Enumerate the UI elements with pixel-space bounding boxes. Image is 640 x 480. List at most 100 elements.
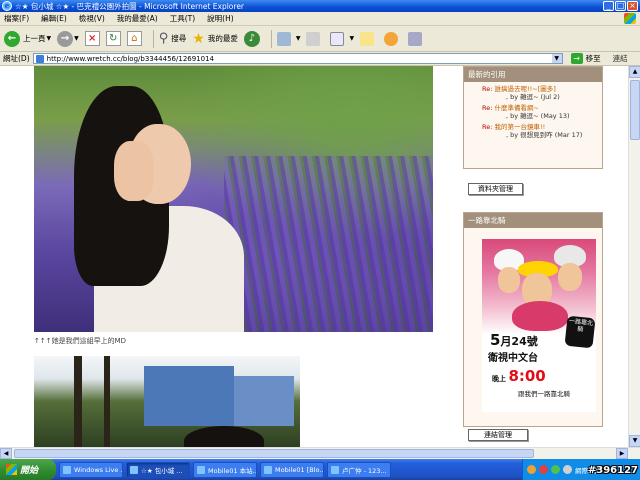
scroll-down-icon[interactable]: ▼ — [629, 435, 640, 447]
address-input[interactable]: http://www.wretch.cc/blog/b3344456/12691… — [32, 53, 563, 64]
taskbar-item[interactable]: Windows Live ... — [59, 461, 123, 478]
watermark-text: #396127 — [587, 465, 638, 476]
horizontal-scrollbar[interactable]: ◀ ▶ — [0, 447, 640, 459]
messenger-button[interactable] — [384, 31, 402, 46]
page-content: ↑↑↑她是我們這組早上的MD 最新的引用 Re: 誰搞過去呢!!~[圖多] , … — [0, 66, 628, 447]
taskbar-item[interactable]: 卢广仲 - 123... — [327, 461, 391, 478]
stop-button[interactable]: × — [84, 31, 100, 46]
edit-button[interactable]: ▼ — [330, 31, 354, 46]
mail-dropdown-icon[interactable]: ▼ — [296, 35, 301, 42]
recent-re: Re: — [482, 104, 493, 112]
ie-icon: e — [2, 1, 12, 11]
poster-face — [498, 267, 520, 293]
taskbar: 開始 Windows Live ... ☆★ 包小城 ... Mobile01 … — [0, 459, 640, 480]
links-button[interactable]: 連結 — [613, 53, 628, 64]
ie-icon — [331, 465, 339, 474]
print-icon — [306, 31, 321, 46]
menu-help[interactable]: 說明(H) — [207, 13, 234, 24]
address-dropdown-icon[interactable]: ▼ — [551, 54, 562, 63]
tv-promo-poster[interactable]: 一路靠北騎 5月24號 衛視中文台 晚上 8:00 跟我們一路靠北騎 — [482, 239, 596, 412]
back-button[interactable]: ← 上一頁 ▼ — [4, 30, 52, 47]
poster-face — [558, 263, 582, 291]
search-label: 搜尋 — [171, 34, 187, 43]
scroll-right-icon[interactable]: ▶ — [616, 448, 628, 459]
favorites-button[interactable]: ★ 我的最愛 — [192, 31, 238, 47]
discuss-button[interactable] — [360, 31, 378, 46]
recent-link[interactable]: 什麼準備看網~ — [495, 104, 539, 112]
edit-dropdown-icon[interactable]: ▼ — [349, 35, 354, 42]
search-button[interactable]: ⚲ 搜尋 — [159, 31, 187, 46]
link-manage-button[interactable]: 連結管理 — [468, 429, 528, 441]
favorites-label: 我的最愛 — [207, 34, 238, 43]
tv-promo-title: 一路靠北騎 — [464, 213, 602, 228]
refresh-button[interactable]: ↻ — [105, 31, 121, 46]
refresh-icon: ↻ — [105, 31, 121, 46]
scroll-left-icon[interactable]: ◀ — [0, 448, 12, 459]
menu-file[interactable]: 檔案(F) — [4, 13, 29, 24]
print-button[interactable] — [306, 31, 324, 46]
title-bar[interactable]: e ☆★ 包小城 ☆★ - 巴克禮公園外拍圖 - Microsoft Inter… — [0, 0, 640, 12]
media-button[interactable]: ♪ — [243, 30, 260, 47]
research-icon — [408, 31, 423, 46]
taskbar-item[interactable]: Mobile01 本站... — [193, 461, 257, 478]
poster-channel: 衛視中文台 — [488, 353, 538, 364]
tray-icon[interactable] — [551, 465, 560, 474]
maximize-button[interactable]: □ — [615, 1, 626, 11]
page-icon — [35, 54, 44, 63]
start-label: 開始 — [20, 466, 39, 476]
photo-building — [144, 366, 234, 426]
poster-date: 5月24號 — [490, 331, 538, 349]
photo-hand — [114, 141, 154, 201]
vertical-scrollbar[interactable]: ▲ ▼ — [628, 66, 640, 447]
research-button[interactable] — [408, 31, 426, 46]
hscroll-thumb[interactable] — [14, 449, 534, 458]
back-dropdown-icon[interactable]: ▼ — [47, 35, 52, 42]
tv-promo-box: 一路靠北騎 一路靠北騎 5月24號 衛視中文台 晚上 8:00 跟我們一路靠北騎 — [463, 212, 603, 427]
recent-by: , by 很想見到咋 (Mar 17) — [506, 131, 583, 139]
folder-manage-button[interactable]: 資料夾管理 — [468, 183, 523, 195]
menu-favorites[interactable]: 我的最愛(A) — [117, 13, 158, 24]
poster-seal: 一路靠北騎 — [564, 315, 596, 349]
taskbar-item-label: 卢广仲 - 123... — [342, 466, 387, 475]
ie-icon — [130, 465, 138, 474]
menu-edit[interactable]: 編輯(E) — [41, 13, 67, 24]
taskbar-item-label: Mobile01 本站... — [208, 466, 257, 475]
blog-photo-woman — [34, 66, 433, 332]
scroll-up-icon[interactable]: ▲ — [629, 66, 640, 78]
tray-icon[interactable] — [539, 465, 548, 474]
go-button[interactable]: → 移至 — [570, 53, 601, 64]
close-button[interactable]: × — [627, 1, 638, 11]
tray-icon[interactable] — [527, 465, 536, 474]
windows-logo-icon — [6, 464, 17, 475]
toolbar-divider — [270, 29, 272, 48]
taskbar-item[interactable]: ☆★ 包小城 ... — [126, 461, 190, 478]
recent-item: Re: 我的第一台鏡車!! , by 很想見到咋 (Mar 17) — [464, 120, 602, 139]
network-icon[interactable] — [563, 465, 572, 474]
blog-photo-park — [34, 356, 300, 447]
mail-button[interactable]: ▼ — [276, 31, 301, 46]
recent-by: , by 雜逗~ (Jul 2) — [506, 93, 560, 101]
forward-button[interactable]: → ▼ — [57, 30, 79, 47]
window-controls: _ □ × — [603, 1, 638, 11]
menu-view[interactable]: 檢視(V) — [79, 13, 105, 24]
address-url: http://www.wretch.cc/blog/b3344456/12691… — [46, 54, 214, 63]
recent-item: Re: 什麼準備看網~ , by 雜逗~ (May 13) — [464, 101, 602, 120]
forward-dropdown-icon[interactable]: ▼ — [74, 35, 79, 42]
browser-window: e ☆★ 包小城 ☆★ - 巴克禮公園外拍圖 - Microsoft Inter… — [0, 0, 640, 480]
scroll-thumb[interactable] — [630, 80, 640, 140]
minimize-button[interactable]: _ — [603, 1, 614, 11]
go-arrow-icon: → — [570, 53, 583, 64]
messenger-icon — [384, 31, 399, 46]
recent-link[interactable]: 誰搞過去呢!!~[圖多] — [495, 85, 556, 93]
poster-date-num: 5 — [490, 331, 501, 349]
poster-time-prefix: 晚上 — [492, 375, 506, 383]
start-button[interactable]: 開始 — [0, 459, 56, 480]
home-icon: ⌂ — [126, 31, 142, 46]
photo-caption: ↑↑↑她是我們這組早上的MD — [34, 337, 127, 345]
menu-tools[interactable]: 工具(T) — [170, 13, 195, 24]
recent-link[interactable]: 我的第一台鏡車!! — [495, 123, 546, 131]
taskbar-item-label: Windows Live ... — [74, 465, 123, 474]
home-button[interactable]: ⌂ — [126, 31, 142, 46]
app-icon — [63, 465, 71, 474]
taskbar-item[interactable]: Mobile01 [Blo... — [260, 461, 324, 478]
